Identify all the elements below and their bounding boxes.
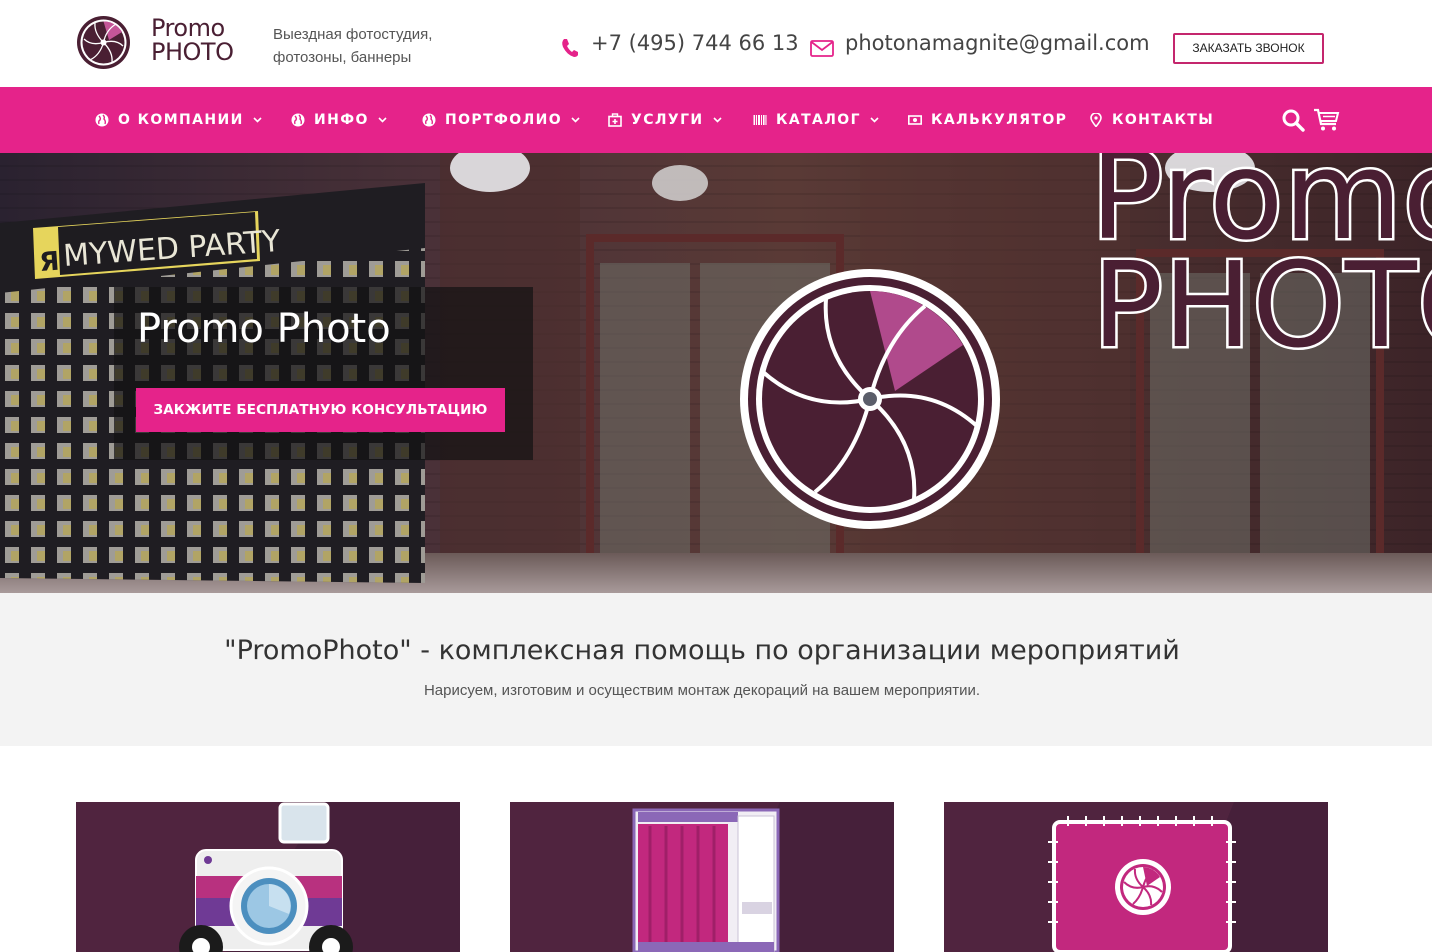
intro-subtitle: Нарисуем, изготовим и осуществим монтаж … (423, 682, 981, 699)
nav-label: КАТАЛОГ (776, 112, 861, 128)
main-nav: О КОМПАНИИ ИНФО ПОРТФОЛИО УСЛУГИ КАТАЛОГ… (0, 87, 1432, 153)
nav-label: ПОРТФОЛИО (445, 112, 563, 128)
search-icon[interactable] (1281, 108, 1305, 132)
globe-icon (95, 113, 109, 127)
intro-title: "PromoPhoto" - комплексная помощь по орг… (224, 635, 1180, 666)
nav-item-services[interactable]: УСЛУГИ (608, 87, 722, 153)
banner-icon (1048, 802, 1328, 952)
camera-robot-icon (179, 802, 460, 952)
nav-item-info[interactable]: ИНФО (291, 87, 387, 153)
service-card-photostudio[interactable] (76, 802, 460, 952)
hero-sign-line2: PHOTO (1092, 236, 1432, 374)
barcode-icon (753, 115, 767, 125)
money-icon (908, 115, 922, 125)
nav-item-contacts[interactable]: КОНТАКТЫ (1089, 87, 1214, 153)
chevron-down-icon (870, 117, 879, 123)
nav-item-about[interactable]: О КОМПАНИИ (95, 87, 262, 153)
intro-section: "PromoPhoto" - комплексная помощь по орг… (0, 593, 1432, 746)
brand-line2: PHOTO (151, 38, 234, 66)
chevron-down-icon (253, 117, 262, 123)
nav-label: КАЛЬКУЛЯТОР (931, 112, 1068, 128)
site-header: Promo PHOTO Выездная фотостудия, фотозон… (0, 0, 1432, 87)
chevron-down-icon (378, 117, 387, 123)
chevron-down-icon (712, 117, 722, 123)
logo-aperture-icon[interactable] (76, 15, 131, 70)
mail-icon (810, 40, 834, 57)
hero-title: Promo Photo (137, 306, 391, 352)
phone-icon (562, 39, 578, 57)
nav-label: УСЛУГИ (631, 112, 704, 128)
cart-icon[interactable] (1313, 108, 1340, 132)
map-pin-icon (1090, 113, 1102, 127)
nav-label: КОНТАКТЫ (1112, 112, 1215, 128)
medkit-icon (608, 113, 622, 127)
banner-sign-text: Я (38, 247, 60, 278)
nav-item-catalog[interactable]: КАТАЛОГ (753, 87, 879, 153)
free-consultation-button[interactable]: ЗАКЖИТЕ БЕСПЛАТНУЮ КОНСУЛЬТАЦИЮ (136, 388, 505, 432)
nav-label: О КОМПАНИИ (118, 112, 244, 128)
hero-banner: Я MYWED PARTY Promo PHOTO (0, 153, 1432, 593)
globe-icon (291, 113, 305, 127)
tagline-line1: Выездная фотостудия, (273, 26, 433, 43)
chevron-down-icon (571, 117, 580, 123)
nav-item-calculator[interactable]: КАЛЬКУЛЯТОР (908, 87, 1067, 153)
brand-name[interactable]: Promo PHOTO (151, 16, 234, 66)
nav-item-portfolio[interactable]: ПОРТФОЛИО (422, 87, 580, 153)
order-call-button[interactable]: ЗАКАЗАТЬ ЗВОНОК (1173, 33, 1324, 64)
tagline: Выездная фотостудия, фотозоны, баннеры (273, 23, 463, 69)
service-card-banners[interactable] (944, 802, 1328, 952)
service-card-photobooth[interactable] (510, 802, 894, 952)
photo-booth-icon (632, 802, 894, 952)
nav-label: ИНФО (314, 112, 369, 128)
email-address[interactable]: photonamagnite@gmail.com (845, 31, 1150, 55)
globe-icon (422, 113, 436, 127)
phone-number[interactable]: +7 (495) 744 66 13 (591, 31, 799, 55)
tagline-line2: фотозоны, баннеры (273, 49, 412, 66)
